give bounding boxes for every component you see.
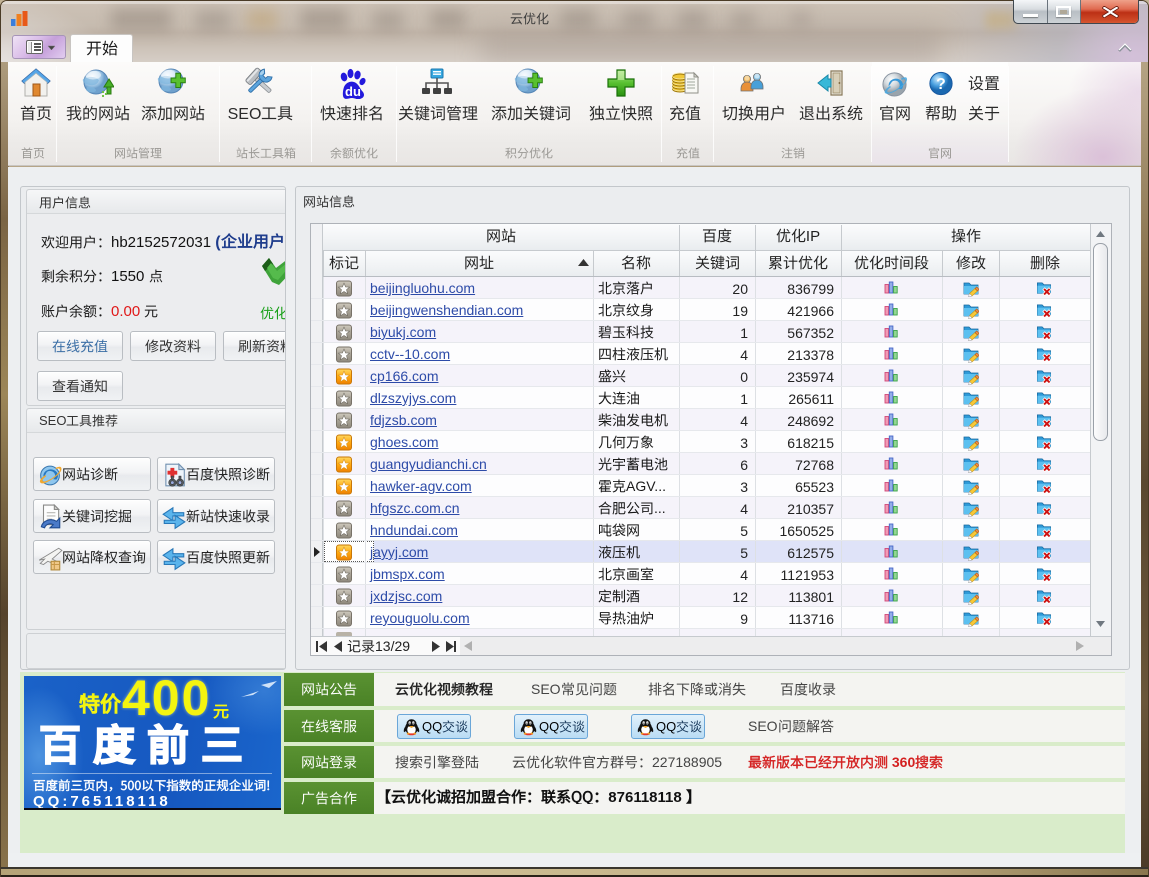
svg-text:du: du [345,84,361,99]
svg-text:?: ? [936,76,946,93]
